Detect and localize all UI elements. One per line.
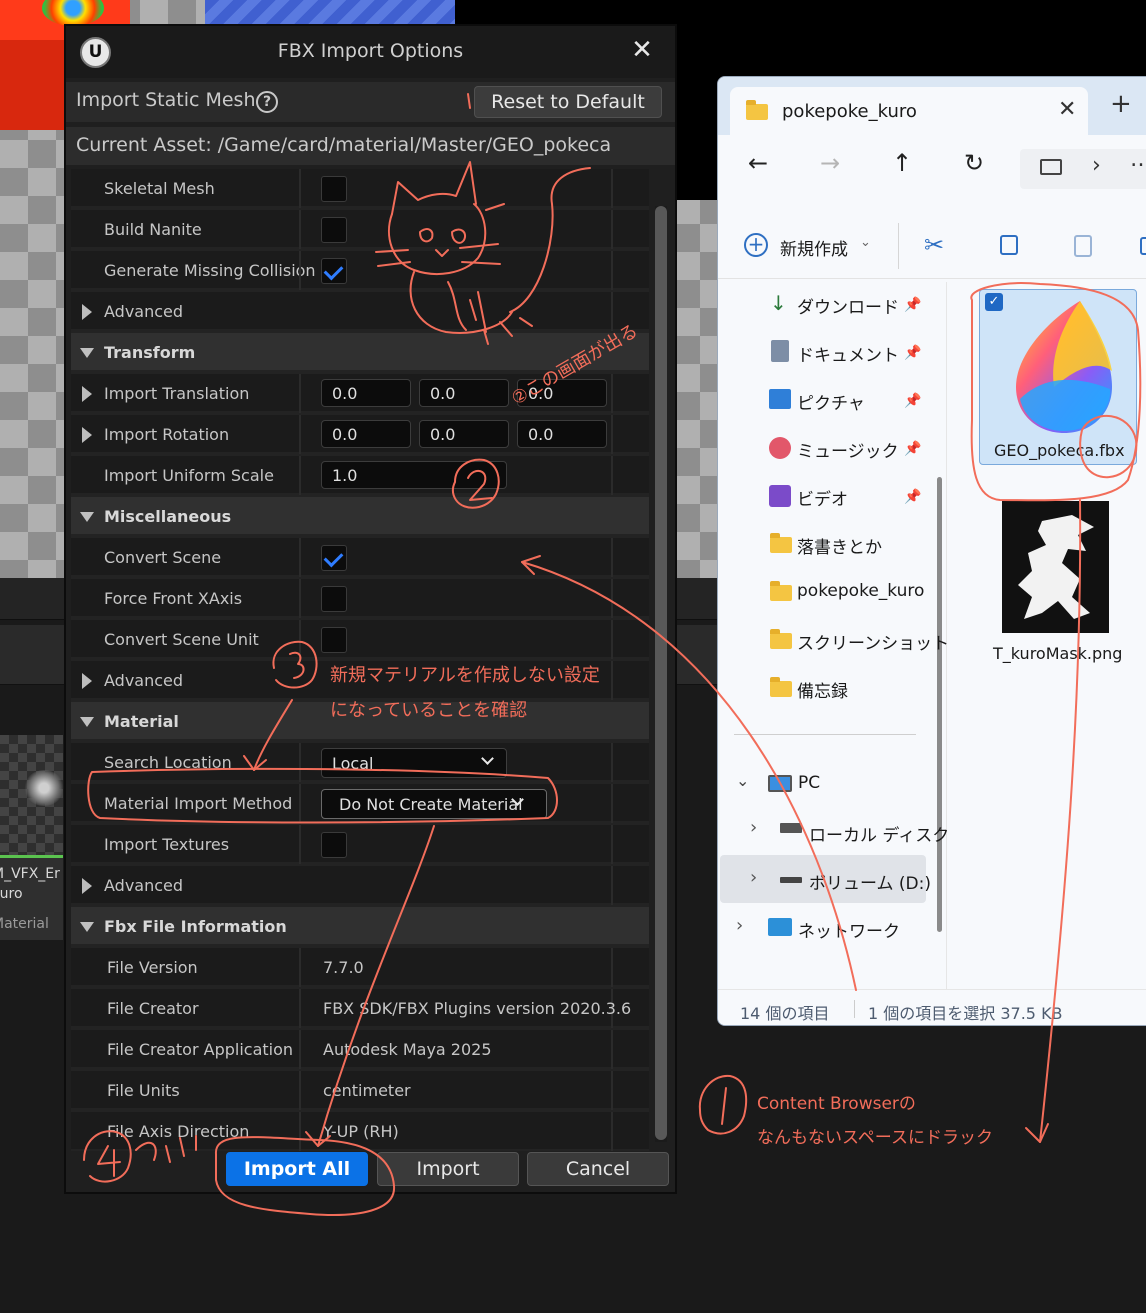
step-1-circle bbox=[698, 1074, 748, 1135]
method-highlight bbox=[87, 767, 558, 824]
arrow-to-method bbox=[253, 699, 293, 771]
note-1-line-2: なんもないスペースにドラック bbox=[757, 1128, 993, 1148]
note-3-line-2: になっていることを確認 bbox=[330, 700, 528, 721]
import-all-highlight bbox=[214, 1136, 396, 1216]
arrow-to-dialog bbox=[521, 561, 857, 991]
note-1-line-1: Content Browserの bbox=[757, 1094, 916, 1114]
drag-arrow bbox=[1039, 499, 1082, 1143]
step-3-circle bbox=[272, 640, 318, 689]
file-highlight-circle bbox=[970, 282, 1142, 502]
note-3-line-1: 新規マテリアルを作成しない設定 bbox=[330, 665, 600, 686]
arrow-to-import-all bbox=[317, 825, 435, 1147]
step-2-circle bbox=[451, 458, 500, 509]
annotation-overlay bbox=[83, 93, 1142, 1216]
step-4-circle bbox=[83, 1130, 132, 1183]
cat-doodle bbox=[375, 161, 591, 345]
